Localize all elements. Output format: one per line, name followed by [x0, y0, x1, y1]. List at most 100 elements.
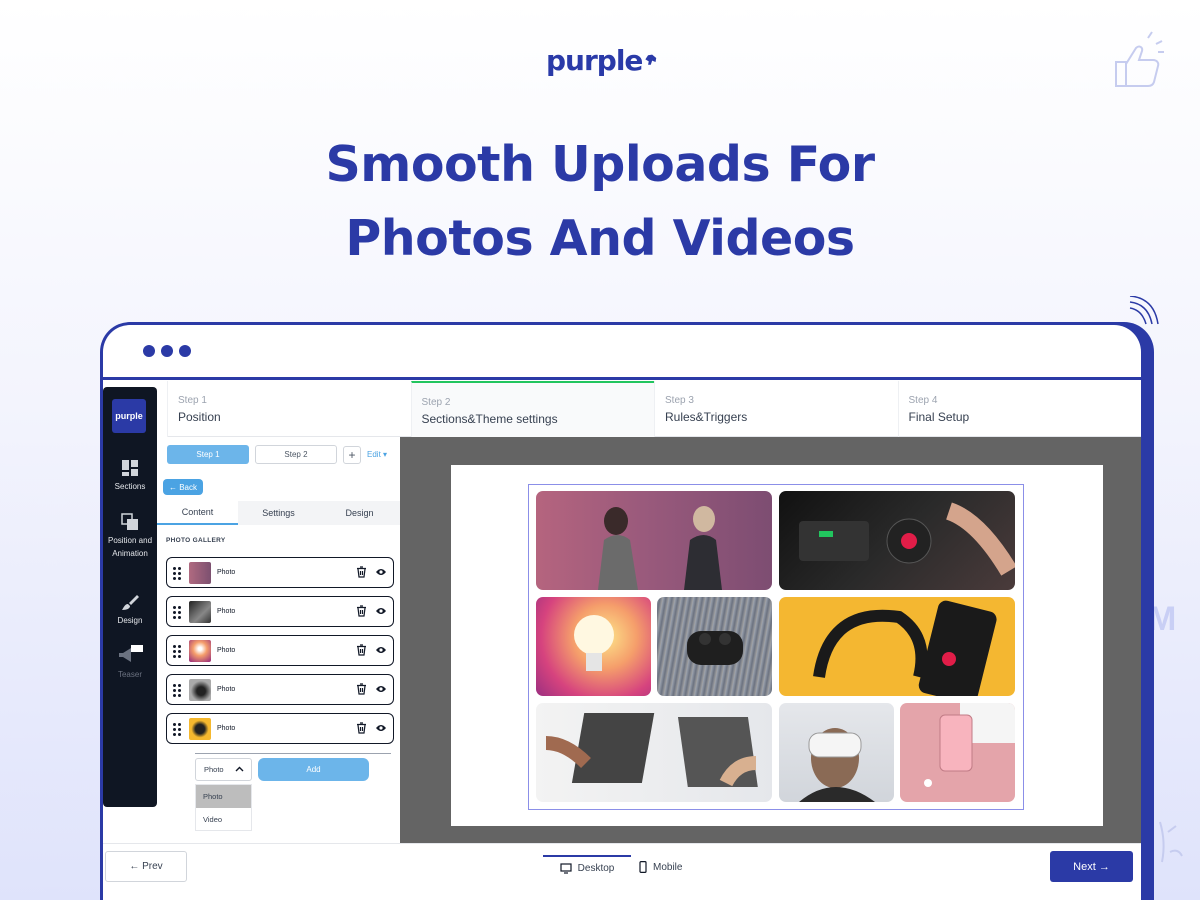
photo-thumbnail [189, 639, 211, 662]
next-button[interactable]: Next → [1050, 851, 1133, 882]
step-2[interactable]: Step 2 Sections&Theme settings [410, 381, 654, 437]
list-item[interactable]: Photo [166, 635, 394, 666]
step-number: Step 2 [421, 397, 451, 408]
tab-settings[interactable]: Settings [238, 501, 319, 525]
window-dot [143, 345, 155, 357]
tab-design[interactable]: Design [319, 501, 400, 525]
select-value: Photo [204, 765, 224, 774]
step-name: Rules&Triggers [665, 410, 748, 424]
chevron-up-icon [235, 766, 244, 772]
step-number: Step 4 [908, 395, 938, 406]
row-label: Photo [217, 608, 236, 615]
eye-icon[interactable] [375, 605, 387, 617]
logo-text: purple [546, 43, 643, 77]
option-video[interactable]: Video [196, 808, 251, 831]
step-1[interactable]: Step 1 Position [167, 381, 411, 437]
left-rail: purple Sections Position and Animation D… [103, 387, 157, 807]
sparkle-icon [1159, 821, 1183, 863]
list-item[interactable]: Photo [166, 713, 394, 744]
desktop-icon [560, 862, 572, 874]
option-photo[interactable]: Photo [196, 785, 251, 808]
row-label: Photo [217, 686, 236, 693]
drag-handle-icon[interactable] [173, 566, 181, 580]
tab-content[interactable]: Content [157, 501, 238, 525]
photo-thumbnail [189, 678, 211, 701]
add-step-button[interactable]: + [343, 445, 361, 464]
photo-thumbnail [189, 717, 211, 740]
tab-desktop[interactable]: Desktop [543, 855, 631, 879]
tab-label: Desktop [577, 862, 615, 874]
eye-icon[interactable] [375, 644, 387, 656]
drag-handle-icon[interactable] [173, 605, 181, 619]
list-item[interactable]: Photo [166, 557, 394, 588]
trash-icon[interactable] [356, 722, 367, 734]
rail-item-position[interactable]: Position and Animation [103, 513, 157, 560]
row-actions [356, 683, 387, 695]
prev-button[interactable]: ← Prev [105, 851, 187, 882]
step-3[interactable]: Step 3 Rules&Triggers [654, 381, 898, 437]
tab-label: Mobile [653, 861, 683, 873]
rail-logo: purple [112, 399, 146, 433]
row-actions [356, 566, 387, 578]
section-label: PHOTO GALLERY [166, 537, 226, 544]
preview-area [400, 437, 1141, 843]
content-tabs: Content Settings Design [157, 501, 400, 525]
row-actions [356, 644, 387, 656]
rail-item-sections[interactable]: Sections [103, 459, 157, 493]
step-name: Position [178, 410, 221, 424]
bear-icon [645, 54, 657, 65]
row-actions [356, 605, 387, 617]
headline-line-1: Smooth Uploads For [325, 136, 875, 193]
rail-item-design[interactable]: Design [103, 593, 157, 627]
window-dots [143, 345, 191, 357]
mobile-icon [639, 861, 647, 873]
media-type-select[interactable]: Photo [195, 758, 252, 781]
headline: Smooth Uploads For Photos And Videos [0, 128, 1200, 276]
list-item[interactable]: Photo [166, 674, 394, 705]
photo-thumbnail [189, 561, 211, 584]
tab-mobile[interactable]: Mobile [639, 855, 699, 879]
rail-item-label: Design [117, 616, 143, 625]
drag-handle-icon[interactable] [173, 683, 181, 697]
step-number: Step 3 [665, 395, 694, 406]
step-4[interactable]: Step 4 Final Setup [897, 381, 1142, 437]
trash-icon[interactable] [356, 683, 367, 695]
row-label: Photo [217, 647, 236, 654]
step-name: Final Setup [908, 410, 970, 424]
position-icon [121, 513, 138, 530]
gallery-photo-laptops [536, 703, 772, 802]
headline-line-2: Photos And Videos [345, 210, 855, 267]
eye-icon[interactable] [375, 566, 387, 578]
rail-item-label: Teaser [117, 670, 142, 679]
rail-item-label: Sections [114, 482, 146, 491]
back-button[interactable]: ← Back [163, 479, 203, 495]
eye-icon[interactable] [375, 722, 387, 734]
brush-icon [122, 595, 139, 610]
browser-window: Step 1 Position Step 2 Sections&Theme se… [103, 325, 1141, 900]
rail-item-teaser[interactable]: Teaser [103, 645, 157, 681]
row-label: Photo [217, 569, 236, 576]
gallery-photo-headphones-couple [536, 491, 772, 590]
step-number: Step 1 [178, 395, 207, 406]
trash-icon[interactable] [356, 566, 367, 578]
trash-icon[interactable] [356, 605, 367, 617]
trash-icon[interactable] [356, 644, 367, 656]
photo-list: Photo Photo Photo Photo Photo [166, 557, 394, 752]
edit-dropdown[interactable]: Edit ▾ [367, 450, 387, 459]
row-label: Photo [217, 725, 236, 732]
rail-item-label: Position and Animation [107, 536, 153, 558]
drag-handle-icon[interactable] [173, 644, 181, 658]
gallery-photo-earbuds [657, 597, 772, 696]
tab-step-2[interactable]: Step 2 [255, 445, 337, 464]
tab-step-1[interactable]: Step 1 [167, 445, 249, 464]
eye-icon[interactable] [375, 683, 387, 695]
drag-handle-icon[interactable] [173, 722, 181, 736]
gallery-photo-desk-phone [900, 703, 1015, 802]
list-item[interactable]: Photo [166, 596, 394, 627]
add-button[interactable]: Add [258, 758, 369, 781]
preview-canvas [451, 465, 1103, 826]
bottom-divider [103, 843, 1141, 844]
gallery-photo-lightbulb [536, 597, 651, 696]
step-name: Sections&Theme settings [421, 412, 558, 426]
photo-thumbnail [189, 600, 211, 623]
